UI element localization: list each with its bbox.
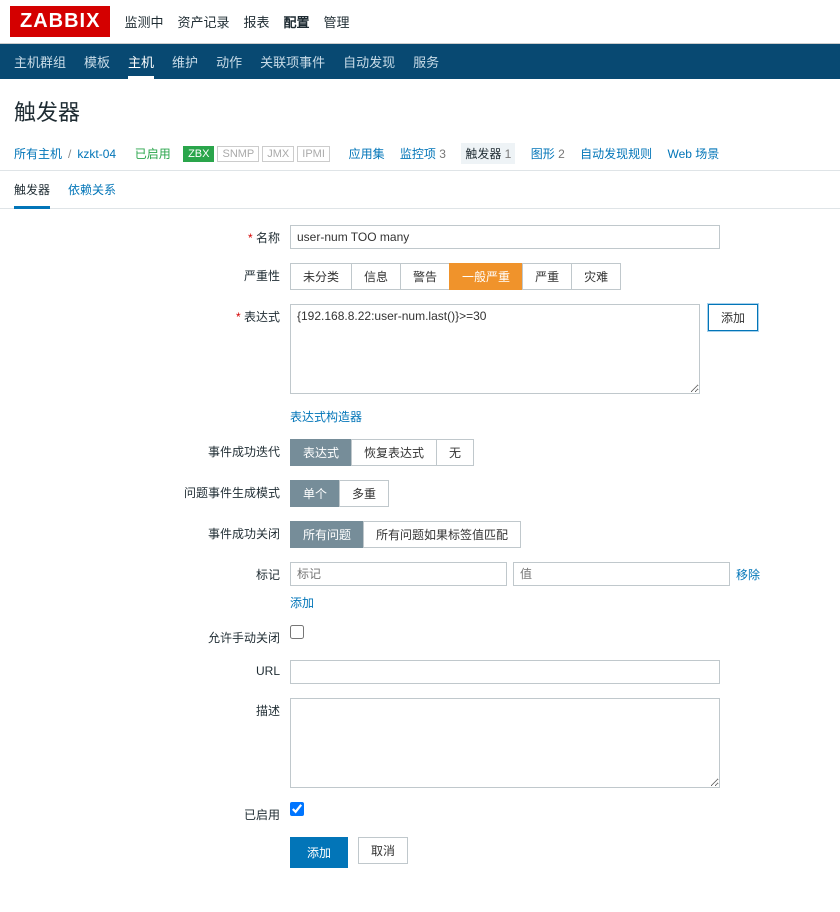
subnav-item[interactable]: 模板 bbox=[84, 52, 110, 71]
sev-opt[interactable]: 未分类 bbox=[290, 263, 352, 290]
subnav-item[interactable]: 主机群组 bbox=[14, 52, 66, 71]
expression-textarea[interactable]: {192.168.8.22:user-num.last()}>=30 bbox=[290, 304, 700, 394]
sev-opt[interactable]: 灾难 bbox=[571, 263, 621, 290]
ok-close-segment: 所有问题 所有问题如果标签值匹配 bbox=[290, 521, 521, 548]
crumb-link[interactable]: 应用集 bbox=[349, 145, 385, 162]
sep: / bbox=[68, 147, 71, 161]
label-problem-gen: 问题事件生成模式 bbox=[10, 480, 290, 501]
desc-textarea[interactable] bbox=[290, 698, 720, 788]
tag-value-input[interactable] bbox=[513, 562, 730, 586]
expression-builder-link[interactable]: 表达式构造器 bbox=[290, 408, 760, 425]
manual-close-checkbox[interactable] bbox=[290, 625, 304, 639]
sev-opt[interactable]: 信息 bbox=[351, 263, 401, 290]
host-link[interactable]: kzkt-04 bbox=[77, 147, 116, 161]
enabled-label: 已启用 bbox=[135, 145, 171, 162]
subnav-item[interactable]: 动作 bbox=[216, 52, 242, 71]
top-nav: ZABBIX 监测中 资产记录 报表 配置 管理 bbox=[0, 0, 840, 44]
crumb-link[interactable]: 自动发现规则 bbox=[580, 145, 652, 162]
form-tabs: 触发器 依赖关系 bbox=[0, 171, 840, 209]
subnav-item[interactable]: 服务 bbox=[413, 52, 439, 71]
topnav-item[interactable]: 监测中 bbox=[124, 12, 163, 31]
tag-remove-link[interactable]: 移除 bbox=[736, 566, 760, 583]
subnav-item[interactable]: 主机 bbox=[128, 52, 154, 79]
label-tags: 标记 bbox=[10, 562, 290, 583]
topnav-item[interactable]: 配置 bbox=[284, 12, 310, 31]
trigger-form: 名称 严重性 未分类 信息 警告 一般严重 严重 灾难 表达式 {192.168… bbox=[0, 209, 840, 912]
page-title: 触发器 bbox=[0, 79, 840, 137]
label-manual-close: 允许手动关闭 bbox=[10, 625, 290, 646]
submit-button[interactable]: 添加 bbox=[290, 837, 348, 868]
crumb-link[interactable]: Web 场景 bbox=[667, 145, 719, 162]
tag-add-link[interactable]: 添加 bbox=[290, 594, 760, 611]
sub-nav: 主机群组 模板 主机 维护 动作 关联项事件 自动发现 服务 bbox=[0, 44, 840, 79]
tab-dependencies[interactable]: 依赖关系 bbox=[68, 181, 116, 208]
severity-segment: 未分类 信息 警告 一般严重 严重 灾难 bbox=[290, 263, 621, 290]
subnav-item[interactable]: 维护 bbox=[172, 52, 198, 71]
crumb-link[interactable]: 监控项 3 bbox=[400, 145, 446, 162]
label-expression: 表达式 bbox=[10, 304, 290, 325]
label-ok-gen: 事件成功迭代 bbox=[10, 439, 290, 460]
problem-gen-opt[interactable]: 多重 bbox=[339, 480, 389, 507]
label-name: 名称 bbox=[10, 225, 290, 246]
tab-trigger[interactable]: 触发器 bbox=[14, 181, 50, 209]
topnav-item[interactable]: 报表 bbox=[243, 12, 269, 31]
breadcrumb: 所有主机 / kzkt-04 已启用 ZBX SNMP JMX IPMI 应用集… bbox=[0, 137, 840, 171]
sev-opt[interactable]: 严重 bbox=[522, 263, 572, 290]
sev-opt[interactable]: 警告 bbox=[400, 263, 450, 290]
tag-name-input[interactable] bbox=[290, 562, 507, 586]
cancel-button[interactable]: 取消 bbox=[358, 837, 408, 864]
subnav-item[interactable]: 关联项事件 bbox=[260, 52, 325, 71]
label-severity: 严重性 bbox=[10, 263, 290, 284]
label-url: URL bbox=[10, 660, 290, 678]
name-input[interactable] bbox=[290, 225, 720, 249]
crumb-link[interactable]: 图形 2 bbox=[531, 145, 565, 162]
badge-snmp: SNMP bbox=[217, 146, 259, 162]
topnav-item[interactable]: 管理 bbox=[324, 12, 350, 31]
badge-zbx: ZBX bbox=[183, 146, 214, 162]
ok-gen-opt[interactable]: 表达式 bbox=[290, 439, 352, 466]
badge-ipmi: IPMI bbox=[297, 146, 330, 162]
enabled-checkbox[interactable] bbox=[290, 802, 304, 816]
ok-gen-opt[interactable]: 恢复表达式 bbox=[351, 439, 437, 466]
problem-gen-opt[interactable]: 单个 bbox=[290, 480, 340, 507]
ok-gen-opt[interactable]: 无 bbox=[436, 439, 474, 466]
logo[interactable]: ZABBIX bbox=[10, 6, 110, 37]
problem-gen-segment: 单个 多重 bbox=[290, 480, 389, 507]
url-input[interactable] bbox=[290, 660, 720, 684]
subnav-item[interactable]: 自动发现 bbox=[343, 52, 395, 71]
expression-add-button[interactable]: 添加 bbox=[708, 304, 758, 331]
sev-opt[interactable]: 一般严重 bbox=[449, 263, 523, 290]
label-enabled: 已启用 bbox=[10, 802, 290, 823]
ok-close-opt[interactable]: 所有问题如果标签值匹配 bbox=[363, 521, 521, 548]
label-desc: 描述 bbox=[10, 698, 290, 719]
badge-jmx: JMX bbox=[262, 146, 294, 162]
crumb-current: 触发器 1 bbox=[461, 143, 515, 164]
ok-close-opt[interactable]: 所有问题 bbox=[290, 521, 364, 548]
ok-gen-segment: 表达式 恢复表达式 无 bbox=[290, 439, 474, 466]
label-ok-close: 事件成功关闭 bbox=[10, 521, 290, 542]
topnav-item[interactable]: 资产记录 bbox=[177, 12, 229, 31]
all-hosts-link[interactable]: 所有主机 bbox=[14, 145, 62, 162]
